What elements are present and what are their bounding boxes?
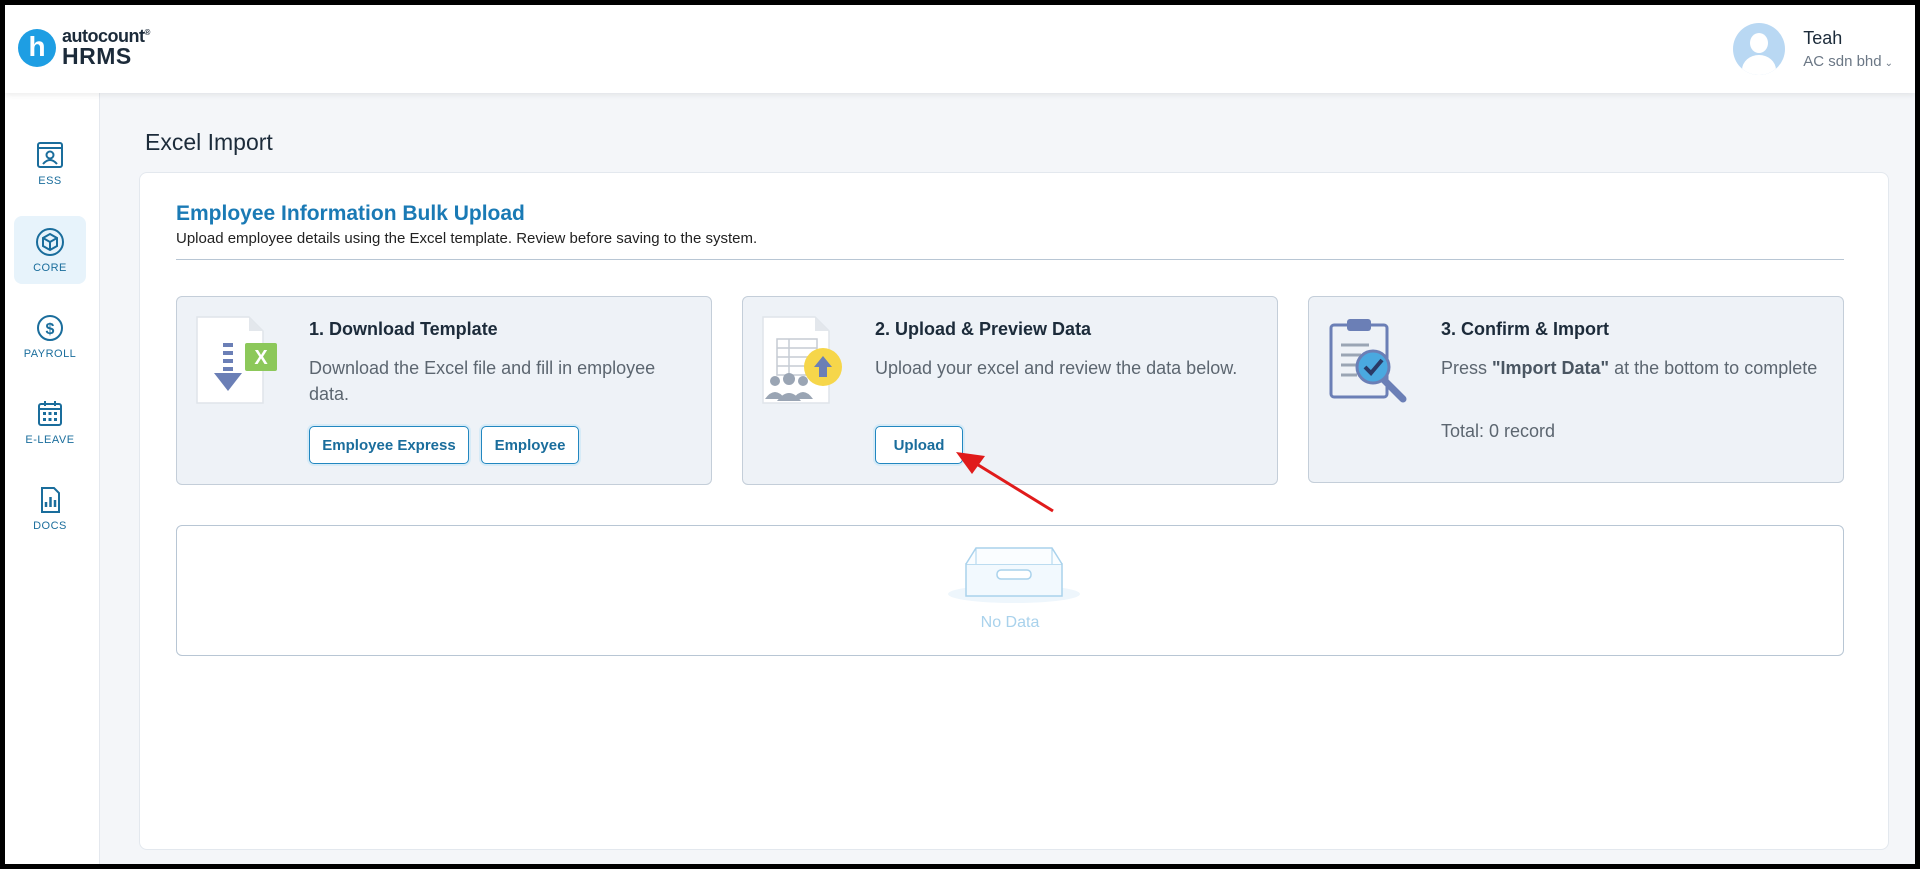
no-data-text: No Data	[980, 614, 1040, 631]
app-logo[interactable]: h autocount® HRMS	[18, 27, 150, 68]
sidebar-item-docs[interactable]: DOCS	[14, 474, 86, 542]
chevron-down-icon[interactable]: ⌄	[1885, 58, 1893, 69]
step-title: 2. Upload & Preview Data	[875, 319, 1092, 339]
app-window: h autocount® HRMS Teah AC sdn bhd ⌄ ESS …	[5, 5, 1915, 864]
record-total: Total: 0 record	[1441, 421, 1556, 441]
sidebar-item-label: DOCS	[33, 519, 67, 532]
upload-button[interactable]: Upload	[875, 426, 963, 464]
import-data-emphasis: "Import Data"	[1492, 358, 1610, 378]
step-upload-preview: 2. Upload & Preview Data Upload your exc…	[742, 296, 1278, 485]
step-description: Upload your excel and review the data be…	[875, 358, 1238, 378]
svg-text:$: $	[46, 321, 55, 338]
clipboard-check-icon	[1329, 319, 1407, 403]
svg-text:X: X	[254, 347, 268, 369]
divider	[176, 259, 1844, 260]
dollar-coin-icon: $	[37, 314, 63, 341]
sidebar-item-label: PAYROLL	[23, 347, 77, 360]
ess-id-card-icon	[37, 141, 63, 168]
step-confirm-import: 3. Confirm & Import Press "Import Data" …	[1308, 296, 1844, 483]
logo-product: HRMS	[62, 43, 132, 69]
logo-trademark: ®	[144, 28, 151, 37]
employee-express-template-button[interactable]: Employee Express	[309, 426, 469, 464]
user-menu[interactable]: Teah AC sdn bhd ⌄	[1733, 23, 1893, 75]
document-chart-icon	[41, 486, 60, 513]
step-download-template: X 1. Download Template Download the Exce…	[176, 296, 712, 485]
step-description: Press "Import Data" at the bottom to com…	[1441, 358, 1818, 378]
preview-table-empty: No Data	[176, 525, 1844, 656]
step-description: Download the Excel file and fill in empl…	[309, 358, 656, 404]
upload-spreadsheet-icon	[762, 316, 842, 404]
company-name[interactable]: AC sdn bhd	[1803, 53, 1881, 70]
top-bar: h autocount® HRMS Teah AC sdn bhd ⌄	[5, 5, 1915, 93]
sidebar-item-label: CORE	[33, 261, 67, 274]
sidebar-item-label: E-LEAVE	[25, 433, 75, 446]
bulk-upload-card: Employee Information Bulk Upload Upload …	[139, 172, 1889, 850]
calendar-icon	[38, 400, 62, 426]
step-title: 1. Download Template	[309, 319, 498, 339]
sidebar-item-label: ESS	[38, 174, 62, 187]
avatar[interactable]	[1733, 23, 1786, 75]
page-title: Excel Import	[145, 129, 273, 155]
sidebar-item-ess[interactable]: ESS	[14, 129, 86, 197]
card-subtitle: Upload employee details using the Excel …	[176, 230, 758, 247]
card-title: Employee Information Bulk Upload	[176, 202, 525, 225]
excel-download-icon: X	[196, 316, 277, 404]
employee-template-button[interactable]: Employee	[481, 426, 579, 464]
sidebar: ESS CORE $ PAYROLL E-LEAVE DOCS	[5, 93, 100, 864]
sidebar-item-payroll[interactable]: $ PAYROLL	[14, 302, 86, 370]
cube-icon	[36, 227, 64, 256]
sidebar-item-core[interactable]: CORE	[14, 216, 86, 284]
sidebar-item-e-leave[interactable]: E-LEAVE	[14, 388, 86, 456]
logo-mark: h	[18, 28, 56, 67]
empty-box-icon	[948, 547, 1080, 603]
step-title: 3. Confirm & Import	[1441, 319, 1610, 339]
user-name: Teah	[1803, 28, 1843, 48]
